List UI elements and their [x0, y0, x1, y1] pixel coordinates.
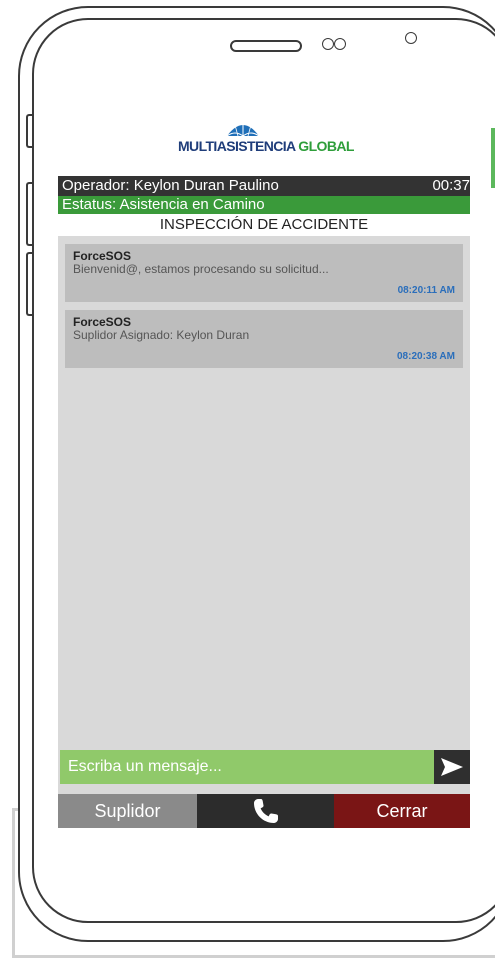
call-button[interactable] — [197, 794, 334, 828]
bottom-action-bar: Suplidor Cerrar — [58, 794, 470, 828]
side-button-volume-down — [26, 252, 32, 316]
operator-label: Operador: Keylon Duran Paulino — [62, 177, 279, 194]
logo-header: MULTIASISTENCIA GLOBAL — [58, 94, 470, 176]
phone-sensor-right — [334, 38, 346, 50]
close-button[interactable]: Cerrar — [334, 794, 470, 828]
page-title: INSPECCIÓN DE ACCIDENTE — [58, 214, 470, 236]
status-label: Estatus: Asistencia en Camino — [62, 196, 265, 213]
message-time: 08:20:38 AM — [397, 351, 455, 362]
message-text: Suplidor Asignado: Keylon Duran — [73, 328, 250, 342]
call-timer: 00:37 — [432, 177, 470, 194]
brand-logo: MULTIASISTENCIA GLOBAL — [178, 138, 354, 154]
message-text: Bienvenid@, estamos procesando su solici… — [73, 262, 329, 276]
phone-camera — [405, 32, 417, 44]
logo-text-primary: MULTIASISTENCIA — [178, 138, 296, 154]
message-composer — [60, 750, 470, 784]
phone-speaker — [230, 40, 302, 52]
logo-text-secondary: GLOBAL — [298, 138, 354, 154]
suplidor-button[interactable]: Suplidor — [58, 794, 197, 828]
app-screen: MULTIASISTENCIA GLOBAL Operador: Keylon … — [58, 94, 470, 828]
status-bar: Estatus: Asistencia en Camino — [58, 196, 470, 214]
message-time: 08:20:11 AM — [397, 285, 455, 296]
edge-accent — [491, 128, 495, 188]
send-button[interactable] — [434, 750, 470, 784]
frame-bracket-line — [12, 955, 495, 958]
send-arrow-icon — [441, 758, 463, 776]
message-input[interactable] — [60, 750, 434, 784]
message-card: ForceSOS Bienvenid@, estamos procesando … — [65, 244, 463, 302]
message-card: ForceSOS Suplidor Asignado: Keylon Duran… — [65, 310, 463, 368]
side-button-mute — [26, 114, 32, 148]
side-button-volume-up — [26, 182, 32, 246]
phone-sensor-left — [322, 38, 334, 50]
phone-icon — [253, 799, 278, 823]
operator-bar: Operador: Keylon Duran Paulino 00:37 — [58, 176, 470, 196]
